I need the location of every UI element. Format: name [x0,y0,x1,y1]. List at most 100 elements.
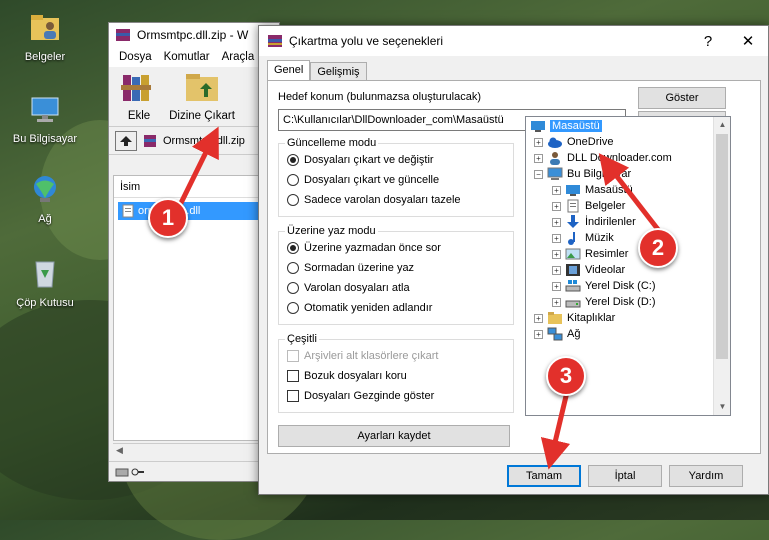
column-header-name[interactable]: İsim [114,176,278,198]
expand-icon[interactable]: + [552,297,561,307]
file-row[interactable]: ormsmtpc.dll [118,202,258,220]
tree-item-this-pc[interactable]: − Bu Bilgisayar [534,166,631,182]
radio-selected[interactable] [287,154,299,166]
music-note-icon [568,232,575,245]
checkbox[interactable] [287,390,299,402]
tree-item-network[interactable]: + Ağ [534,326,580,342]
overwrite-option-ask[interactable]: Üzerine yazmadan önce sor [287,242,441,254]
menu-tools[interactable]: Araçla [222,51,255,63]
ok-button[interactable]: Tamam [507,465,581,487]
desktop-icon-recycle-bin[interactable]: Çöp Kutusu [10,256,80,309]
expand-icon[interactable]: + [534,329,543,339]
help-icon[interactable]: ? [688,33,728,50]
download-arrow-icon [567,215,579,228]
tree-item-documents[interactable]: + Belgeler [552,198,625,214]
overwrite-option-rename[interactable]: Otomatik yeniden adlandır [287,302,432,314]
option-label: Otomatik yeniden adlandır [304,302,433,314]
tree-label: Ağ [567,328,581,340]
tree-scrollbar[interactable]: ▲ ▼ [713,117,730,415]
tree-item-libraries[interactable]: + Kitaplıklar [534,310,615,326]
cancel-button[interactable]: İptal [588,465,662,487]
menu-commands[interactable]: Komutlar [164,51,210,63]
menu-file[interactable]: Dosya [119,51,152,63]
scroll-up-icon[interactable]: ▲ [714,117,730,133]
desktop-icon-label: Bu Bilgisayar [12,133,78,145]
tree-label: Yerel Disk (D:) [585,296,656,308]
save-settings-button[interactable]: Ayarları kaydet [278,425,510,447]
checkbox[interactable] [287,370,299,382]
tree-item-pc-desktop[interactable]: + Masaüstü [552,182,633,198]
update-option-replace[interactable]: Dosyaları çıkart ve değiştir [287,154,434,166]
status-bar [109,461,279,481]
winrar-title-bar: Ormsmtpc.dll.zip - W [109,23,279,47]
radio-selected[interactable] [287,242,299,254]
tree-item-disk-d[interactable]: + Yerel Disk (D:) [552,294,656,310]
collapse-icon[interactable]: − [534,169,543,179]
expand-icon[interactable]: + [552,185,561,195]
extract-folder-icon [186,74,218,101]
winrar-icon [268,35,282,47]
expand-icon[interactable]: + [552,265,561,275]
desktop-icon-this-pc[interactable]: Bu Bilgisayar [10,92,80,145]
expand-icon[interactable]: + [534,137,543,147]
scroll-thumb[interactable] [716,134,728,359]
tree-label: Yerel Disk (C:) [585,280,656,292]
desktop-icon-documents[interactable]: Belgeler [10,10,80,63]
tree-label: Masaüstü [585,184,633,196]
tree-label: OneDrive [567,136,614,148]
close-icon[interactable]: ✕ [728,32,768,50]
radio[interactable] [287,282,299,294]
tree-item-videos[interactable]: + Videolar [552,262,625,278]
expand-icon[interactable]: + [552,249,561,259]
misc-option-show-in-explorer[interactable]: Dosyaları Gezginde göster [287,390,434,402]
tab-advanced[interactable]: Gelişmiş [310,62,367,81]
tree-item-disk-c[interactable]: + Yerel Disk (C:) [552,278,656,294]
misc-option-keep-broken[interactable]: Bozuk dosyaları koru [287,370,407,382]
extract-to-button[interactable]: Dizine Çıkart [169,71,235,122]
tree-item-desktop-root[interactable]: Masaüstü [530,118,602,134]
add-button[interactable]: Ekle [117,71,161,122]
tab-general[interactable]: Genel [267,60,311,81]
expand-icon[interactable]: + [534,313,543,323]
expand-icon[interactable]: + [534,153,543,163]
tree-item-music[interactable]: + Müzik [552,230,614,246]
tree-item-downloads[interactable]: + İndirilenler [552,214,636,230]
network-icon [34,176,56,202]
tree-item-onedrive[interactable]: + OneDrive [534,134,613,150]
desktop-icon-network[interactable]: Ağ [10,172,80,225]
tree-label: Bu Bilgisayar [567,168,632,180]
radio[interactable] [287,174,299,186]
overwrite-option-without-prompt[interactable]: Sormadan üzerine yaz [287,262,414,274]
radio[interactable] [287,262,299,274]
film-icon [566,264,580,276]
expand-icon[interactable]: + [552,281,561,291]
computer-icon [31,97,59,122]
tree-item-pictures[interactable]: + Resimler [552,246,628,262]
up-folder-button[interactable] [115,130,137,151]
tree-item-user[interactable]: + DLL Downloader.com [534,150,672,166]
radio[interactable] [287,194,299,206]
expand-icon[interactable]: + [552,217,561,227]
path-text: Ormsmtpc.dll.zip [163,134,245,147]
tree-label: DLL Downloader.com [567,152,672,164]
user-icon [550,152,560,165]
destination-label: Hedef konum (bulunmazsa oluşturulacak) [278,91,481,103]
horizontal-scrollbar[interactable]: ◀ [113,443,279,459]
scroll-down-icon[interactable]: ▼ [714,399,730,415]
dialog-title: Çıkartma yolu ve seçenekleri [289,34,444,48]
option-label: Bozuk dosyaları koru [304,370,407,382]
scroll-left-icon[interactable]: ◀ [116,445,123,456]
option-label: Dosyaları Gezginde göster [304,390,435,402]
libraries-folder-icon [548,312,562,324]
show-button[interactable]: Göster [638,87,726,109]
expand-icon[interactable]: + [552,201,561,211]
update-mode-title: Güncelleme modu [285,137,379,149]
expand-icon[interactable]: + [552,233,561,243]
update-option-update[interactable]: Dosyaları çıkart ve güncelle [287,174,439,186]
radio[interactable] [287,302,299,314]
up-arrow-icon [120,135,132,146]
update-option-freshen[interactable]: Sadece varolan dosyaları tazele [287,194,461,206]
overwrite-option-skip[interactable]: Varolan dosyaları atla [287,282,410,294]
destination-path-value: C:\Kullanıcılar\DllDownloader_com\Masaüs… [283,114,504,126]
help-button[interactable]: Yardım [669,465,743,487]
